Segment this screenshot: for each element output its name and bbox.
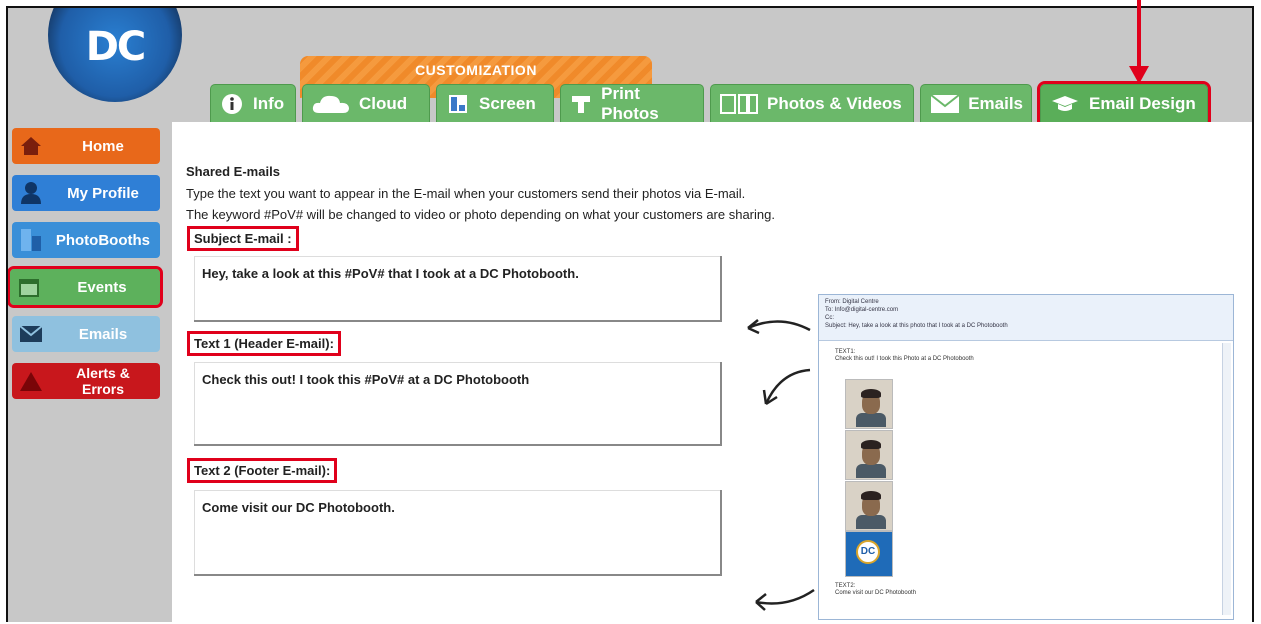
tab-screen[interactable]: Screen <box>436 84 554 122</box>
sidebar-item-emails[interactable]: Emails <box>12 316 160 352</box>
sidebar-item-label: Home <box>82 137 124 155</box>
tab-label: Emails <box>968 93 1023 113</box>
preview-subject: Subject: Hey, take a look at this photo … <box>825 323 1008 329</box>
printer-icon <box>569 93 593 115</box>
tab-emails[interactable]: Emails <box>920 84 1032 122</box>
preview-body: TEXT1: Check this out! I took this Photo… <box>825 343 1221 613</box>
warning-icon <box>18 368 44 394</box>
home-icon <box>18 133 44 159</box>
annotation-arrow-icon <box>1129 0 1149 84</box>
footer-text-field[interactable]: Come visit our DC Photobooth. <box>194 490 722 576</box>
tab-info[interactable]: Info <box>210 84 296 122</box>
preview-from: From: Digital Centre <box>825 299 879 305</box>
dc-logo-text: DC <box>85 24 147 70</box>
tab-photos-videos[interactable]: Photos & Videos <box>710 84 914 122</box>
subject-label: Subject E-mail : <box>187 226 299 251</box>
intro-line-2: The keyword #PoV# will be changed to vid… <box>186 207 775 222</box>
graduation-cap-icon <box>1049 93 1081 115</box>
info-icon <box>219 93 245 115</box>
sidebar-item-home[interactable]: Home <box>12 128 160 164</box>
preview-dc-logo-text: DC <box>856 540 880 564</box>
header-text-field[interactable]: Check this out! I took this #PoV# at a D… <box>194 362 722 446</box>
envelope-icon <box>929 93 960 115</box>
sidebar-item-label: Alerts & Errors <box>76 365 130 397</box>
arrow-to-footer-icon <box>755 588 815 611</box>
intro-line-1: Type the text you want to appear in the … <box>186 186 746 201</box>
preview-photo-1 <box>845 379 893 429</box>
sidebar-item-photobooths[interactable]: PhotoBooths <box>12 222 160 258</box>
tab-email-design[interactable]: Email Design <box>1037 81 1211 125</box>
footer-text-label: Text 2 (Footer E-mail): <box>186 458 338 483</box>
preview-dc-logo: DC <box>845 531 893 577</box>
sidebar-item-label: My Profile <box>67 184 139 202</box>
user-icon <box>18 180 44 206</box>
preview-text1-label: TEXT1: <box>835 349 856 355</box>
preview-cc: Cc: <box>825 315 834 321</box>
tab-label: Photos & Videos <box>767 93 902 113</box>
preview-photo-3 <box>845 481 893 531</box>
photos-videos-icon <box>719 93 759 115</box>
dc-logo: DC <box>48 8 182 102</box>
header-text-label: Text 1 (Header E-mail): <box>187 331 341 356</box>
tab-label: Print Photos <box>601 83 659 123</box>
tab-label: Screen <box>479 93 536 113</box>
tab-label: Info <box>253 93 285 113</box>
main-panel: Shared E-mails Type the text you want to… <box>172 122 1252 622</box>
preview-header: From: Digital Centre To: Info@digital-ce… <box>819 295 1233 341</box>
email-preview: From: Digital Centre To: Info@digital-ce… <box>818 294 1234 620</box>
preview-scrollbar[interactable] <box>1222 343 1231 615</box>
arrow-to-header-icon <box>762 368 811 406</box>
tab-label: Email Design <box>1089 93 1196 113</box>
sidebar-item-label: PhotoBooths <box>55 231 150 249</box>
sidebar-item-label: Emails <box>78 325 128 343</box>
envelope-icon <box>18 321 44 347</box>
preview-photo-2 <box>845 430 893 480</box>
arrow-to-subject-icon <box>747 319 811 335</box>
app-window: DC CUSTOMIZATION Info Cloud Screen Print… <box>6 6 1254 622</box>
cloud-icon <box>311 93 351 115</box>
preview-text2: Come visit our DC Photobooth <box>835 590 917 596</box>
preview-to: To: Info@digital-centre.com <box>825 307 899 313</box>
calendar-icon <box>16 274 42 300</box>
customization-label: CUSTOMIZATION <box>415 62 537 78</box>
screen-icon <box>445 93 471 115</box>
photobooth-icon <box>18 227 44 253</box>
section-title: Shared E-mails <box>186 164 280 179</box>
sidebar-item-label: Events <box>77 278 127 296</box>
sidebar-item-events[interactable]: Events <box>8 266 163 308</box>
tab-cloud[interactable]: Cloud <box>302 84 430 122</box>
sidebar-item-my-profile[interactable]: My Profile <box>12 175 160 211</box>
sidebar-item-alerts-errors[interactable]: Alerts & Errors <box>12 363 160 399</box>
tab-label: Cloud <box>359 93 408 113</box>
subject-field[interactable]: Hey, take a look at this #PoV# that I to… <box>194 256 722 322</box>
preview-text2-label: TEXT2: <box>835 583 856 589</box>
preview-text1: Check this out! I took this Photo at a D… <box>835 356 974 362</box>
tab-print-photos[interactable]: Print Photos <box>560 83 704 123</box>
